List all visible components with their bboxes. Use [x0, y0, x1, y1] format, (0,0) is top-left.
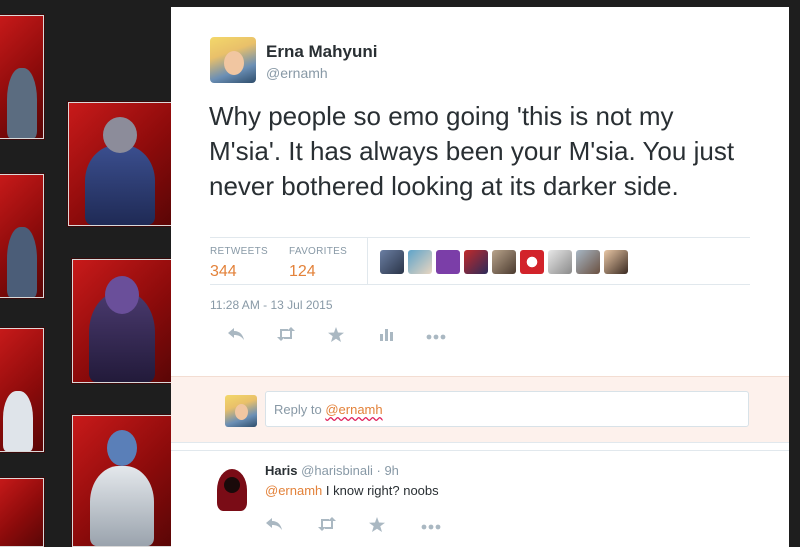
- tweet-actions: [211, 327, 461, 347]
- stats-divider: [367, 238, 368, 284]
- reply-actions: [265, 517, 473, 537]
- tweet-text: Why people so emo going 'this is not my …: [209, 101, 735, 201]
- retweets-stat[interactable]: RETWEETS 344: [210, 246, 268, 281]
- current-user-avatar: [225, 395, 257, 427]
- favoriter-avatars: [380, 250, 632, 274]
- reply-author-name[interactable]: Haris: [265, 463, 298, 478]
- favorites-label: FAVORITES: [289, 246, 348, 257]
- author-avatar[interactable]: [210, 37, 256, 83]
- reply-author-avatar[interactable]: [211, 465, 253, 511]
- reply-text-body: I know right? noobs: [325, 483, 439, 498]
- background-tile-liara: [72, 415, 172, 547]
- analytics-icon[interactable]: [361, 327, 411, 347]
- retweet-icon[interactable]: [317, 517, 369, 537]
- favorites-stat[interactable]: FAVORITES 124: [289, 246, 347, 281]
- reply-box: Reply to @ernamh: [171, 376, 789, 443]
- favoriter-avatar[interactable]: [436, 250, 460, 274]
- author-handle[interactable]: @ernamh: [266, 65, 377, 81]
- reply-mention: @ernamh: [325, 402, 383, 417]
- reply-text: @ernamh I know right? noobs: [265, 483, 439, 498]
- retweets-count[interactable]: 344: [210, 263, 268, 281]
- tweet-stats: RETWEETS 344 FAVORITES 124: [210, 237, 750, 285]
- favoriter-avatar[interactable]: [380, 250, 404, 274]
- favoriter-avatar[interactable]: [464, 250, 488, 274]
- favoriter-avatar[interactable]: [520, 250, 544, 274]
- favorite-icon[interactable]: [369, 517, 421, 537]
- background-tile-garrus: [68, 102, 172, 226]
- background-tile: [0, 15, 44, 139]
- tweet-timestamp[interactable]: 11:28 AM - 13 Jul 2015: [210, 298, 333, 312]
- reply-placeholder: Reply to: [274, 402, 322, 417]
- reply-author-handle[interactable]: @harisbinali: [301, 463, 373, 478]
- favorites-count[interactable]: 124: [289, 263, 347, 281]
- favoriter-avatar[interactable]: [408, 250, 432, 274]
- favoriter-avatar[interactable]: [576, 250, 600, 274]
- background-tile: [0, 328, 44, 452]
- author-name[interactable]: Erna Mahyuni: [266, 42, 377, 62]
- reply-icon[interactable]: [211, 327, 261, 347]
- favoriter-avatar[interactable]: [604, 250, 628, 274]
- background-tile: [0, 174, 44, 298]
- more-icon[interactable]: [421, 517, 473, 537]
- background-tile-tali: [72, 259, 172, 383]
- retweet-icon[interactable]: [261, 327, 311, 347]
- reply-tweet[interactable]: Haris @harisbinali · 9h @ernamh I know r…: [171, 450, 789, 547]
- reply-meta: Haris @harisbinali · 9h: [265, 463, 399, 478]
- favoriter-avatar[interactable]: [492, 250, 516, 274]
- favorite-icon[interactable]: [311, 327, 361, 347]
- favoriter-avatar[interactable]: [548, 250, 572, 274]
- tweet-card: Erna Mahyuni @ernamh Why people so emo g…: [171, 7, 789, 547]
- reply-icon[interactable]: [265, 517, 317, 537]
- reply-input[interactable]: Reply to @ernamh: [265, 391, 749, 427]
- tweet-author[interactable]: Erna Mahyuni @ernamh: [210, 37, 377, 83]
- more-icon[interactable]: [411, 327, 461, 347]
- reply-text-mention[interactable]: @ernamh: [265, 483, 322, 498]
- retweets-label: RETWEETS: [210, 246, 268, 257]
- reply-age[interactable]: · 9h: [377, 463, 399, 478]
- background-tile: [0, 478, 44, 547]
